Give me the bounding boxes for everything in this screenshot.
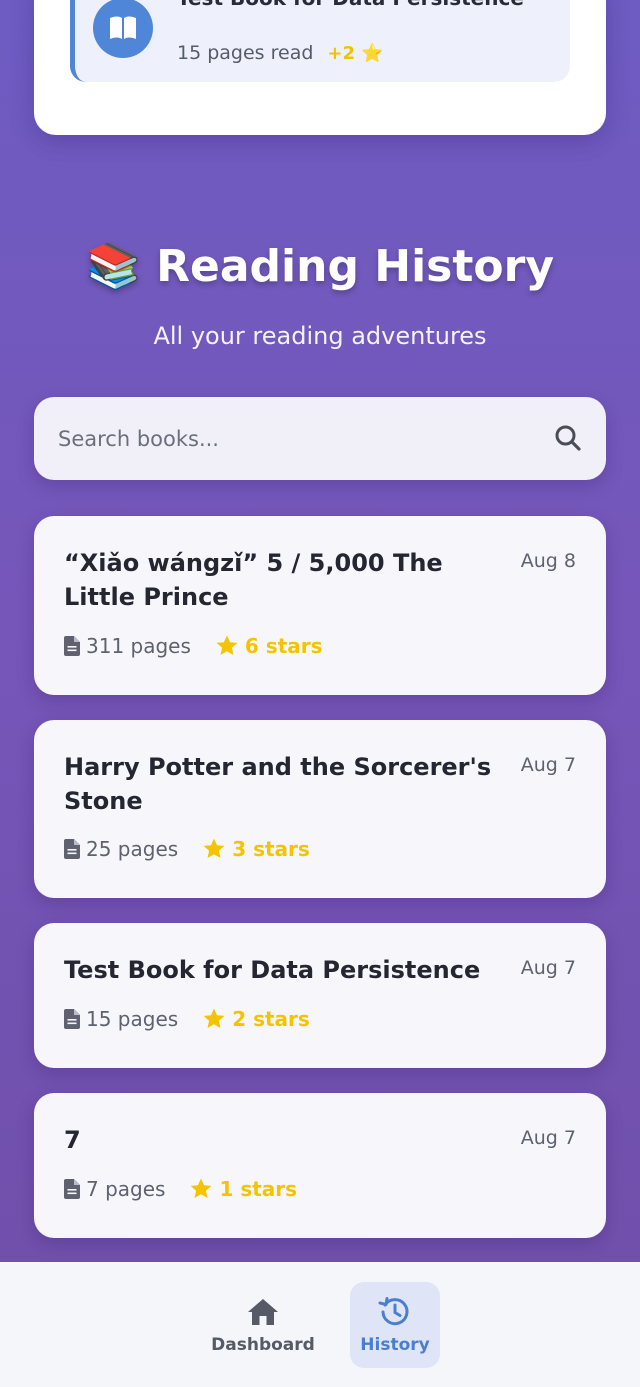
history-book-card[interactable]: 7 Aug 7 7 pages 1 stars [34,1093,606,1238]
page-title-text: Reading History [156,241,554,292]
book-date: Aug 8 [520,550,576,572]
activity-pages-read: 15 pages read [177,42,314,64]
book-meta: 25 pages 3 stars [64,837,310,861]
book-pages: 25 pages [86,837,179,861]
book-meta: 15 pages 2 stars [64,1007,310,1031]
activity-meta: 15 pages read +2 ⭐ [177,42,384,64]
nav-dashboard[interactable]: Dashboard [211,1282,315,1368]
history-book-card[interactable]: “Xiǎo wángzǐ” 5 / 5,000 The Little Princ… [34,516,606,695]
document-icon [64,1009,80,1029]
star-icon [203,838,225,858]
books-emoji-icon: 📚 [86,241,141,292]
bottom-nav: Dashboard History [0,1262,640,1387]
book-meta: 311 pages 6 stars [64,634,323,658]
book-stars-label: 2 stars [232,1007,310,1031]
book-stars: 2 stars [202,1007,310,1031]
book-date: Aug 7 [520,754,576,776]
book-title: “Xiǎo wángzǐ” 5 / 5,000 The Little Princ… [64,549,443,611]
nav-dashboard-label: Dashboard [211,1335,315,1355]
home-icon [248,1299,278,1325]
book-title: Harry Potter and the Sorcerer's Stone [64,753,492,815]
star-icon [216,635,238,655]
book-stars: 1 stars [189,1177,297,1201]
search-icon[interactable] [554,424,582,452]
nav-history-label: History [360,1335,430,1355]
book-stars-label: 6 stars [244,634,323,658]
search-input[interactable] [58,397,538,480]
document-icon [64,839,80,859]
book-title: 7 [64,1126,81,1154]
star-icon [203,1008,225,1028]
book-title: Test Book for Data Persistence [64,956,481,984]
book-stars: 6 stars [215,634,323,658]
activity-stars-earned: +2 ⭐ [327,43,384,64]
book-stars-label: 3 stars [232,837,310,861]
document-icon [64,636,80,656]
page-title: 📚 Reading History [0,240,640,292]
activity-book-title: Test Book for Data Persistence [177,0,524,10]
book-meta: 7 pages 1 stars [64,1177,297,1201]
book-stars: 3 stars [202,837,310,861]
history-icon [378,1297,409,1326]
page-subtitle: All your reading adventures [153,322,487,350]
nav-history[interactable]: History [350,1282,440,1368]
star-icon [191,1178,212,1198]
book-open-icon [93,0,153,58]
book-pages: 15 pages [86,1007,179,1031]
book-pages: 311 pages [86,634,191,658]
recent-activity-item[interactable]: Test Book for Data Persistence 15 pages … [70,0,570,82]
history-book-card[interactable]: Harry Potter and the Sorcerer's Stone Au… [34,720,606,898]
history-book-card[interactable]: Test Book for Data Persistence Aug 7 15 … [34,923,606,1068]
book-pages: 7 pages [86,1177,166,1201]
search-bar [34,397,606,480]
recent-activity-card: Test Book for Data Persistence 15 pages … [34,0,606,135]
document-icon [64,1179,80,1199]
book-date: Aug 7 [520,957,576,979]
book-date: Aug 7 [520,1127,576,1149]
book-stars-label: 1 stars [219,1177,298,1201]
